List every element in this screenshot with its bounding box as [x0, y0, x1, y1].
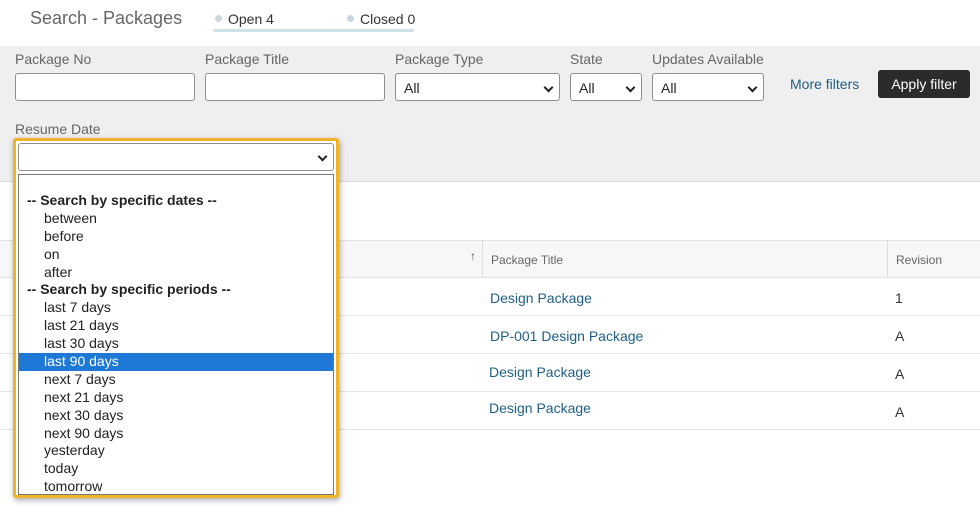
- dropdown-option[interactable]: next 30 days: [19, 407, 333, 425]
- page-header: Search - Packages Open 4 Closed 0: [0, 0, 980, 46]
- tab-open-label: Open 4: [228, 11, 274, 27]
- package-no-label: Package No: [15, 51, 92, 67]
- package-title-input[interactable]: [205, 73, 385, 101]
- package-title-label: Package Title: [205, 51, 290, 67]
- arrow-up-icon[interactable]: ↑: [470, 249, 476, 263]
- state-value: All: [579, 80, 595, 96]
- column-header-revision[interactable]: Revision: [888, 240, 980, 278]
- revision-cell: 1: [895, 290, 903, 306]
- package-no-input[interactable]: [15, 73, 195, 101]
- updates-available-label: Updates Available: [652, 51, 764, 67]
- dropdown-option[interactable]: tomorrow: [19, 478, 333, 496]
- package-title-link[interactable]: Design Package: [489, 400, 591, 416]
- chevron-down-icon: [625, 82, 636, 93]
- more-filters-link[interactable]: More filters: [790, 76, 859, 92]
- dropdown-option-group: -- Search by specific periods --: [27, 281, 231, 298]
- state-select[interactable]: All: [570, 73, 642, 101]
- tabs-underline: [213, 29, 414, 32]
- revision-cell: A: [895, 328, 905, 344]
- dropdown-option[interactable]: last 7 days: [19, 299, 333, 317]
- revision-cell: A: [895, 404, 905, 420]
- dropdown-option[interactable]: last 21 days: [19, 317, 333, 335]
- package-title-link[interactable]: Design Package: [490, 290, 592, 306]
- resume-date-options-list[interactable]: -- Search by specific dates -- between bef…: [18, 174, 334, 495]
- page-title: Search - Packages: [30, 8, 183, 28]
- dropdown-option[interactable]: between: [19, 210, 333, 228]
- updates-available-select[interactable]: All: [652, 73, 764, 101]
- chevron-down-icon: [543, 82, 554, 93]
- dropdown-option[interactable]: next 21 days: [19, 389, 333, 407]
- chevron-down-icon: [317, 151, 328, 162]
- dropdown-option[interactable]: before: [19, 228, 333, 246]
- package-title-link[interactable]: Design Package: [489, 364, 591, 380]
- dropdown-option[interactable]: yesterday: [19, 442, 333, 460]
- dropdown-option[interactable]: on: [19, 246, 333, 264]
- dropdown-option[interactable]: after: [19, 264, 333, 282]
- dropdown-option[interactable]: next 7 days: [19, 371, 333, 389]
- resume-date-label: Resume Date: [15, 121, 101, 137]
- tab-dot-icon: [347, 14, 354, 22]
- apply-filter-button[interactable]: Apply filter: [878, 70, 970, 98]
- state-label: State: [570, 51, 603, 67]
- dropdown-option-group: -- Search by specific dates --: [27, 192, 217, 208]
- package-title-link[interactable]: DP-001 Design Package: [490, 328, 643, 344]
- resume-date-select[interactable]: [18, 143, 334, 171]
- resume-date-dropdown: -- Search by specific dates -- between bef…: [13, 138, 339, 498]
- package-type-select[interactable]: All: [395, 73, 560, 101]
- package-type-value: All: [404, 80, 420, 96]
- dropdown-option[interactable]: last 30 days: [19, 335, 333, 353]
- package-type-label: Package Type: [395, 51, 484, 67]
- dropdown-option[interactable]: last 90 days: [19, 353, 333, 371]
- revision-cell: A: [895, 366, 905, 382]
- tab-closed[interactable]: Closed 0: [347, 11, 415, 27]
- tab-closed-label: Closed 0: [360, 11, 416, 27]
- chevron-down-icon: [747, 82, 758, 93]
- dropdown-option[interactable]: next 90 days: [19, 425, 333, 443]
- updates-available-value: All: [661, 80, 677, 96]
- tab-dot-icon: [215, 14, 222, 22]
- column-header-package-title[interactable]: Package Title: [483, 240, 887, 278]
- dropdown-option[interactable]: today: [19, 460, 333, 478]
- tab-open[interactable]: Open 4: [215, 11, 274, 27]
